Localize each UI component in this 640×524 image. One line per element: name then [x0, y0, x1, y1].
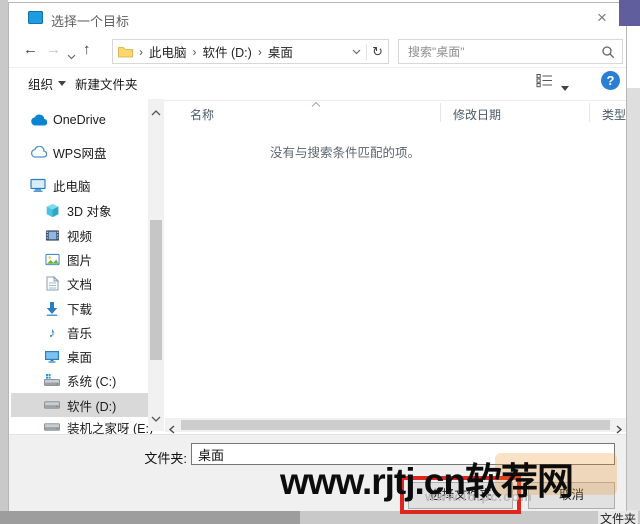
refresh-icon[interactable]: ↻ [372, 44, 383, 60]
sidebar-item-documents[interactable]: 文档 [11, 271, 148, 295]
title-bar[interactable]: 选择一个目标 × [9, 3, 626, 33]
nav-history-chevron-icon[interactable] [67, 47, 76, 65]
folder-name-label: 文件夹: [127, 448, 187, 467]
breadcrumb-drive-d[interactable]: 软件 (D:) [203, 42, 252, 61]
address-dropdown-chevron-icon[interactable] [352, 49, 361, 55]
search-icon[interactable] [601, 45, 615, 59]
dialog-title: 选择一个目标 [51, 11, 129, 30]
select-target-dialog: 选择一个目标 × ← → ↑ › 此电脑 › 软件 (D:) › 桌面 ↻ [8, 2, 627, 511]
navigation-pane: OneDrive WPS网盘 此电脑 3D 对象 视频 [9, 99, 157, 435]
file-list-horizontal-scrollbar[interactable] [165, 418, 626, 432]
background-left-strip [0, 0, 8, 511]
sidebar-scrollbar[interactable] [148, 99, 164, 431]
breadcrumb-separator: › [252, 45, 268, 59]
system-drive-icon [43, 374, 61, 386]
file-list-header: 名称 修改日期 类型 [165, 101, 624, 125]
music-note-icon: ♪ [43, 325, 61, 339]
pictures-icon [43, 253, 61, 266]
sidebar-item-music[interactable]: ♪ 音乐 [11, 320, 148, 344]
breadcrumb-this-pc[interactable]: 此电脑 [149, 42, 187, 61]
dialog-folder-icon [28, 11, 43, 29]
sidebar-item-3d-objects[interactable]: 3D 对象 [11, 198, 148, 222]
sidebar-item-desktop[interactable]: 桌面 [11, 344, 148, 368]
organize-label: 组织 [28, 74, 53, 93]
forward-icon[interactable]: → [46, 41, 61, 59]
documents-icon [43, 276, 61, 291]
drive-icon [43, 401, 61, 409]
background-right-strip: 夹 夹 夹 夹 夹 夹 夹 夹 夹 夹 夹 夹 夹 [627, 88, 640, 511]
wps-cloud-icon [29, 146, 47, 158]
onedrive-cloud-icon [29, 114, 47, 126]
search-box[interactable] [398, 39, 623, 64]
view-mode-caret-icon[interactable] [561, 78, 569, 96]
organize-menu-button[interactable]: 组织 [28, 74, 66, 93]
breadcrumb-separator: › [133, 45, 149, 59]
scrollbar-thumb[interactable] [181, 420, 610, 430]
empty-search-message: 没有与搜索条件匹配的项。 [165, 142, 525, 161]
new-folder-button[interactable]: 新建文件夹 [75, 74, 138, 93]
sidebar-item-videos[interactable]: 视频 [11, 223, 148, 247]
breadcrumb-desktop[interactable]: 桌面 [268, 42, 293, 61]
sidebar-item-wps-cloud[interactable]: WPS网盘 [11, 140, 148, 164]
background-desktop-corner [619, 0, 640, 26]
close-icon[interactable]: × [590, 7, 614, 29]
sidebar-item-drive-d[interactable]: 软件 (D:) [11, 393, 148, 417]
computer-icon [29, 178, 47, 192]
scroll-up-icon[interactable] [151, 103, 161, 121]
background-window-text: 文件夹 [598, 510, 638, 524]
sort-ascending-icon [311, 96, 321, 110]
sidebar-item-onedrive[interactable]: OneDrive [11, 108, 148, 132]
organize-caret-icon [58, 81, 66, 86]
sidebar-item-drive-c[interactable]: 系统 (C:) [11, 368, 148, 392]
3d-cube-icon [43, 203, 61, 218]
breadcrumb-folder-icon [118, 46, 133, 58]
sidebar-item-drive-e[interactable]: 装机之家呀 (E:) [11, 415, 148, 435]
column-header-type[interactable]: 类型 [602, 106, 626, 123]
view-mode-icon[interactable] [536, 73, 553, 93]
back-icon[interactable]: ← [23, 41, 38, 59]
watermark-primary: www.rjtj.cn软荐网 [280, 451, 573, 505]
sidebar-item-pictures[interactable]: 图片 [11, 247, 148, 271]
column-header-name[interactable]: 名称 [190, 106, 214, 123]
videos-icon [43, 229, 61, 242]
scrollbar-thumb[interactable] [150, 220, 162, 360]
scroll-down-icon[interactable] [151, 409, 161, 427]
help-button[interactable]: ? [601, 71, 620, 90]
address-bar[interactable]: › 此电脑 › 软件 (D:) › 桌面 ↻ [112, 39, 389, 64]
desktop-icon [43, 350, 61, 363]
drive-icon [43, 423, 61, 431]
breadcrumb-separator: › [187, 45, 203, 59]
new-folder-label: 新建文件夹 [75, 74, 138, 93]
sidebar-item-this-pc[interactable]: 此电脑 [11, 173, 148, 197]
downloads-icon [43, 301, 61, 316]
screenshot-canvas: 夹 夹 夹 夹 夹 夹 夹 夹 夹 夹 夹 夹 夹 文件夹 选择一个目标 × ←… [0, 0, 640, 524]
up-icon[interactable]: ↑ [83, 41, 91, 59]
sidebar-item-downloads[interactable]: 下载 [11, 296, 148, 320]
column-header-date-modified[interactable]: 修改日期 [453, 106, 501, 123]
search-input[interactable] [406, 44, 601, 60]
